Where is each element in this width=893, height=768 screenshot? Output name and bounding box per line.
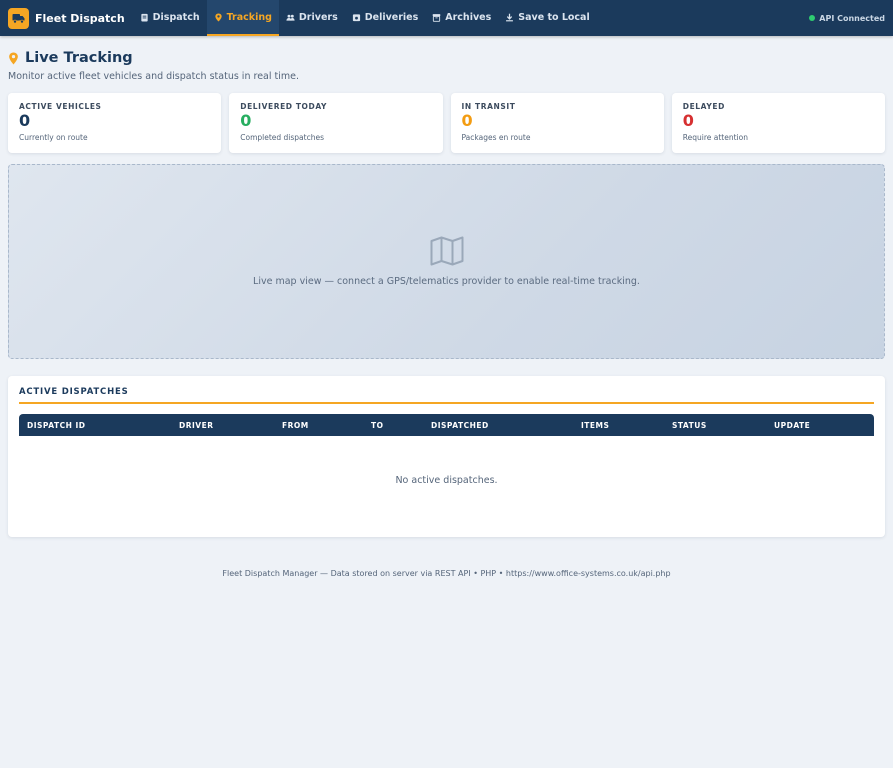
title-row: Live Tracking [8, 50, 885, 66]
location-pin-icon [214, 12, 222, 22]
live-map-placeholder[interactable]: Live map view — connect a GPS/telematics… [8, 164, 885, 359]
nav-label: Tracking [226, 11, 272, 23]
nav-drivers[interactable]: Drivers [279, 0, 345, 36]
nav-deliveries[interactable]: Deliveries [345, 0, 426, 36]
nav-label: Drivers [298, 11, 338, 23]
truck-icon [8, 7, 29, 29]
page-title: Live Tracking [25, 50, 133, 66]
api-status: API Connected [809, 14, 885, 23]
clipboard-icon [141, 13, 148, 22]
stat-label: IN TRANSIT [461, 102, 516, 111]
nav-label: Dispatch [152, 11, 200, 23]
stat-card-delayed: DELAYED 0 Require attention [671, 93, 885, 153]
page-header: Live Tracking Monitor active fleet vehic… [0, 36, 893, 82]
panel-title: ACTIVE DISPATCHES [19, 387, 874, 404]
nav-tracking[interactable]: Tracking [206, 0, 279, 36]
top-nav-bar: Fleet Dispatch Dispatch Tracking Drivers… [0, 0, 893, 36]
column-header[interactable]: ITEMS [573, 421, 664, 430]
map-message: Live map view — connect a GPS/telematics… [253, 276, 640, 287]
column-header[interactable]: STATUS [664, 421, 766, 430]
location-pin-icon [9, 52, 18, 64]
stat-sub: Require attention [682, 133, 748, 142]
stat-label: DELIVERED TODAY [240, 102, 328, 111]
nav-dispatch[interactable]: Dispatch [133, 0, 207, 36]
archive-icon [432, 13, 441, 22]
map-icon [430, 236, 463, 266]
stat-sub: Completed dispatches [240, 133, 324, 142]
footer: Fleet Dispatch Manager — Data stored on … [222, 569, 671, 578]
box-icon [352, 13, 360, 21]
users-icon [286, 14, 295, 21]
nav-archives[interactable]: Archives [425, 0, 498, 36]
stat-card-active-vehicles: ACTIVE VEHICLES 0 Currently on route [8, 93, 222, 153]
column-header[interactable]: FROM [274, 421, 363, 430]
nav-label: Save to Local [518, 11, 590, 23]
column-header[interactable]: DRIVER [171, 421, 274, 430]
stat-value: 0 [240, 111, 252, 130]
nav-save-local[interactable]: Save to Local [498, 0, 596, 36]
column-header[interactable]: DISPATCH ID [19, 421, 171, 430]
stat-value: 0 [19, 111, 31, 130]
column-header[interactable]: UPDATE [766, 421, 846, 430]
status-dot-icon [809, 15, 816, 21]
stat-sub: Packages en route [461, 133, 531, 142]
stat-value: 0 [682, 111, 694, 130]
brand-name: Fleet Dispatch [35, 11, 125, 25]
empty-state-message: No active dispatches. [395, 475, 498, 486]
nav-label: Archives [445, 11, 492, 23]
stat-card-in-transit: IN TRANSIT 0 Packages en route [450, 93, 664, 153]
api-status-label: API Connected [819, 13, 885, 23]
column-header[interactable]: DISPATCHED [423, 421, 573, 430]
stat-label: DELAYED [682, 102, 725, 111]
stat-sub: Currently on route [19, 133, 88, 142]
page-subtitle: Monitor active fleet vehicles and dispat… [8, 71, 299, 82]
stat-value: 0 [461, 111, 473, 130]
column-header[interactable]: TO [363, 421, 423, 430]
stat-label: ACTIVE VEHICLES [19, 102, 102, 111]
stat-card-delivered-today: DELIVERED TODAY 0 Completed dispatches [229, 93, 443, 153]
download-icon [506, 13, 514, 21]
brand[interactable]: Fleet Dispatch [8, 7, 125, 29]
nav-label: Deliveries [364, 11, 419, 23]
stats-cards: ACTIVE VEHICLES 0 Currently on route DEL… [0, 93, 893, 153]
active-dispatches-panel: ACTIVE DISPATCHES DISPATCH ID DRIVER FRO… [8, 376, 885, 537]
dispatch-table-header: DISPATCH ID DRIVER FROM TO DISPATCHED IT… [19, 414, 874, 436]
